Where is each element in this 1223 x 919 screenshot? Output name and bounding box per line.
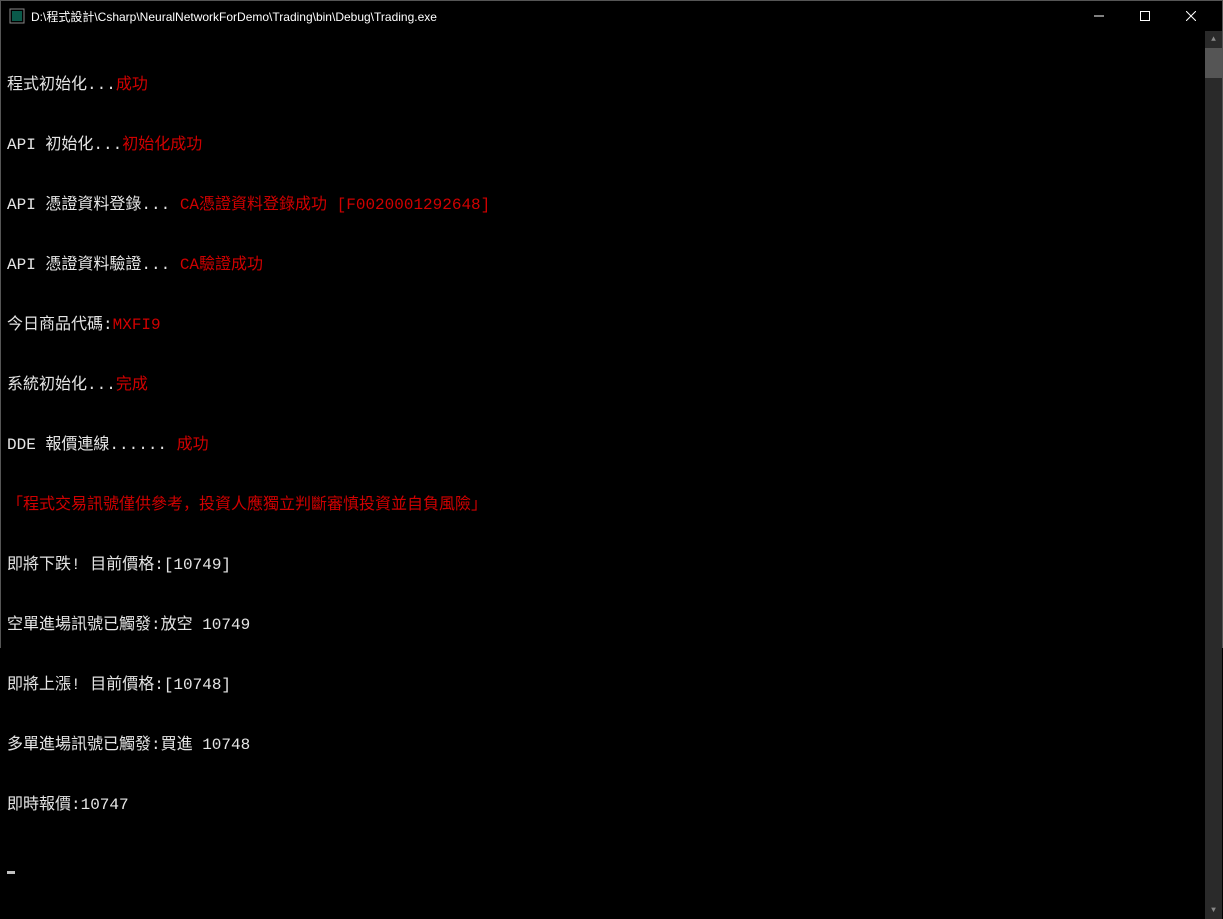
window-controls [1076,1,1214,31]
scroll-up-icon[interactable]: ▲ [1205,31,1222,48]
content-area: 程式初始化...成功 API 初始化...初始化成功 API 憑證資料登錄...… [1,31,1222,919]
console-line: 系統初始化...完成 [7,375,1199,395]
scroll-down-icon[interactable]: ▼ [1205,902,1222,919]
minimize-button[interactable] [1076,1,1122,31]
cursor-line [7,855,1199,875]
console-line: 即將上漲! 目前價格:[10748] [7,675,1199,695]
console-line: API 憑證資料登錄... CA憑證資料登錄成功 [F0020001292648… [7,195,1199,215]
window-title: D:\程式設計\Csharp\NeuralNetworkForDemo\Trad… [31,8,1076,25]
console-line: 「程式交易訊號僅供參考，投資人應獨立判斷審慎投資並自負風險」 [7,495,1199,515]
console-output: 程式初始化...成功 API 初始化...初始化成功 API 憑證資料登錄...… [1,31,1205,919]
console-line: API 憑證資料驗證... CA驗證成功 [7,255,1199,275]
titlebar[interactable]: D:\程式設計\Csharp\NeuralNetworkForDemo\Trad… [1,1,1222,31]
console-line: 即時報價:10747 [7,795,1199,815]
console-window: D:\程式設計\Csharp\NeuralNetworkForDemo\Trad… [0,0,1223,648]
maximize-button[interactable] [1122,1,1168,31]
app-icon [9,8,25,24]
close-button[interactable] [1168,1,1214,31]
console-line: DDE 報價連線...... 成功 [7,435,1199,455]
console-line: 空單進場訊號已觸發:放空 10749 [7,615,1199,635]
console-line: API 初始化...初始化成功 [7,135,1199,155]
console-line: 程式初始化...成功 [7,75,1199,95]
console-line: 今日商品代碼:MXFI9 [7,315,1199,335]
console-line: 即將下跌! 目前價格:[10749] [7,555,1199,575]
console-line: 多單進場訊號已觸發:買進 10748 [7,735,1199,755]
cursor-icon [7,871,15,874]
scroll-thumb[interactable] [1205,48,1222,78]
vertical-scrollbar[interactable]: ▲ ▼ [1205,31,1222,919]
